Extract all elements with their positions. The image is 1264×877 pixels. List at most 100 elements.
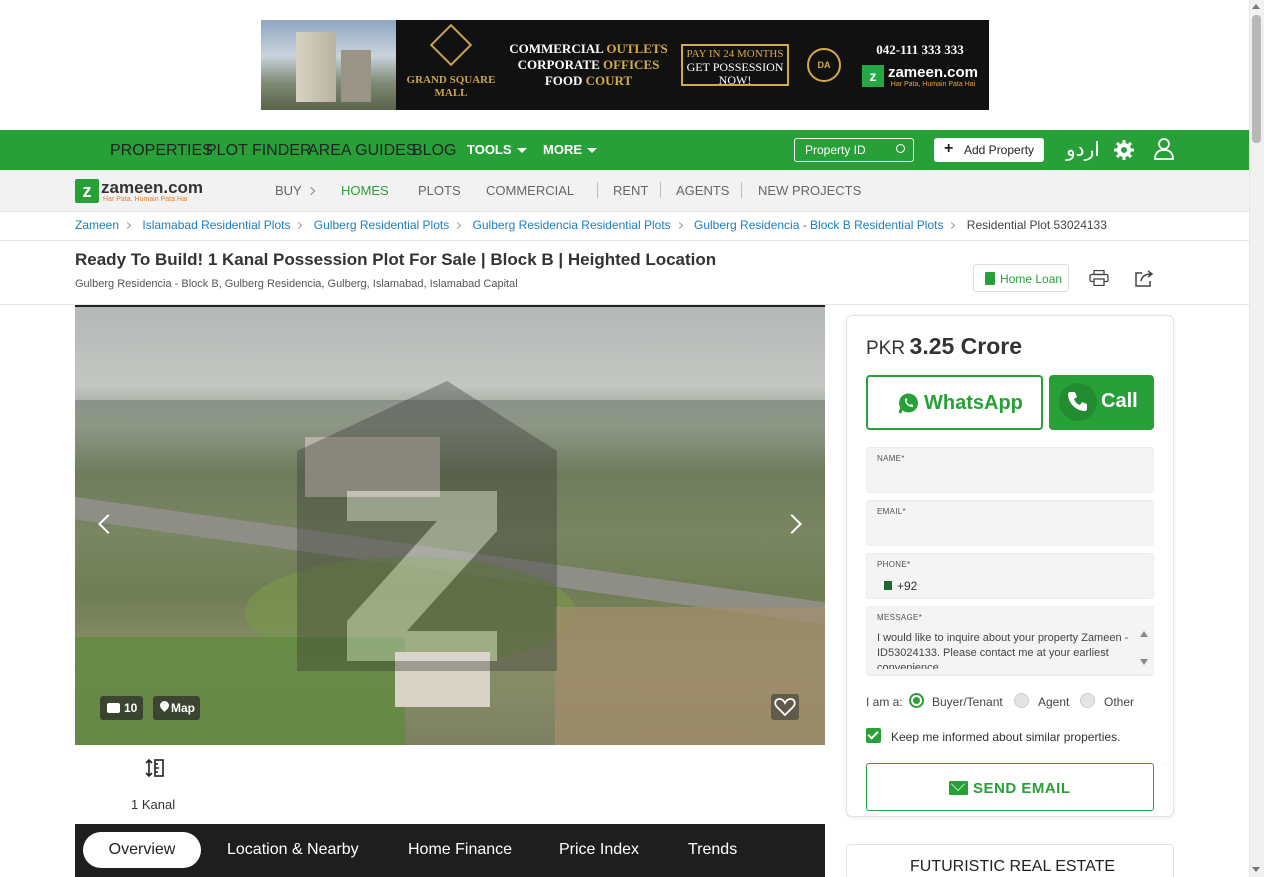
subnav-rent[interactable]: RENT	[613, 183, 648, 198]
breadcrumb-link[interactable]: Zameen	[75, 218, 119, 232]
urdu-language-toggle[interactable]: اردو	[1066, 137, 1100, 161]
ad-developer-badge-icon: DA	[807, 48, 841, 82]
share-icon[interactable]	[1134, 269, 1154, 287]
scroll-up-arrow-icon[interactable]	[1252, 4, 1260, 9]
role-radio-agent[interactable]	[1014, 693, 1029, 708]
nav-plot-finder[interactable]: PLOT FINDER	[206, 142, 312, 160]
nav-tools-label: TOOLS	[467, 142, 512, 157]
keep-informed-label[interactable]: Keep me informed about similar propertie…	[891, 730, 1120, 744]
chevron-right-icon	[295, 221, 303, 230]
ad-brand-logo: z zameen.com Har Pata, Humain Pata Hai	[855, 64, 985, 88]
gallery-next-arrow-icon[interactable]	[782, 514, 802, 534]
ad-star-icon	[429, 23, 473, 66]
page: GRAND SQUARE MALL COMMERCIAL OUTLETS COR…	[0, 0, 1264, 877]
subnav-buy-label: BUY	[275, 183, 302, 198]
keep-informed-checkbox[interactable]	[866, 728, 881, 743]
zameen-watermark-icon	[297, 381, 557, 671]
email-field[interactable]: EMAIL*	[866, 500, 1154, 546]
price: PKR 3.25 Crore	[866, 333, 1022, 360]
role-label: I am a:	[866, 695, 903, 709]
property-id-placeholder: Property ID	[805, 143, 866, 157]
map-label: Map	[171, 701, 195, 715]
message-field[interactable]: MESSAGE* I would like to inquire about y…	[866, 606, 1154, 676]
whatsapp-button[interactable]: WhatsApp	[866, 375, 1043, 430]
ad-brand-tag: Har Pata, Humain Pata Hai	[890, 81, 976, 88]
home-loan-label: Home Loan	[1000, 272, 1063, 286]
heart-icon[interactable]	[771, 694, 799, 720]
message-field-label: MESSAGE*	[877, 613, 923, 622]
chevron-right-icon	[306, 186, 315, 195]
phone-icon	[1068, 392, 1087, 411]
nav-tools[interactable]: TOOLS	[467, 142, 527, 157]
home-icon[interactable]	[76, 10, 98, 30]
gear-icon[interactable]	[1114, 140, 1134, 160]
ad-logo: GRAND SQUARE MALL	[396, 20, 506, 110]
property-photo-gallery[interactable]	[75, 305, 825, 745]
subnav-plots[interactable]: PLOTS	[418, 183, 461, 198]
subnav-commercial[interactable]: COMMERCIAL	[486, 183, 574, 198]
add-property-button[interactable]: + Add Property	[934, 138, 1044, 162]
breadcrumb-link[interactable]: Gulberg Residencia Residential Plots	[473, 218, 671, 232]
subnav-buy[interactable]: BUY	[275, 183, 315, 198]
nav-properties[interactable]: PROPERTIES	[110, 142, 213, 160]
scroll-down-arrow-icon[interactable]	[1252, 867, 1260, 872]
ad-phone: 042-111 333 333	[876, 42, 964, 57]
nav-more[interactable]: MORE	[543, 142, 597, 157]
chevron-right-icon	[675, 221, 683, 230]
plus-icon: +	[944, 140, 954, 157]
tab-location-nearby[interactable]: Location & Nearby	[227, 841, 359, 859]
ad-line3-a: FOOD	[544, 73, 583, 88]
add-property-label: Add Property	[964, 143, 1035, 157]
user-icon[interactable]	[1154, 138, 1174, 160]
breadcrumb-link[interactable]: Islamabad Residential Plots	[142, 218, 290, 232]
subnav-agents[interactable]: AGENTS	[676, 183, 729, 198]
tab-trends[interactable]: Trends	[688, 841, 737, 859]
scrollbar-thumb[interactable]	[1252, 15, 1261, 143]
whatsapp-label: WhatsApp	[924, 392, 1023, 414]
photo-count-button[interactable]: 10	[100, 696, 143, 720]
role-radio-other[interactable]	[1080, 693, 1095, 708]
price-amount: 3.25 Crore	[909, 333, 1023, 359]
tab-home-finance[interactable]: Home Finance	[408, 841, 512, 859]
ad-pay-bottom: GET POSSESSION NOW!	[686, 60, 784, 87]
search-icon[interactable]	[896, 144, 905, 153]
name-field[interactable]: NAME*	[866, 447, 1154, 493]
chevron-right-icon	[454, 221, 462, 230]
tab-overview[interactable]: Overview	[83, 832, 201, 868]
breadcrumb-link[interactable]: Gulberg Residencia - Block B Residential…	[694, 218, 943, 232]
zameen-logo[interactable]: z zameen.com Har Pata, Humain Pata Hai	[75, 179, 203, 203]
ad-banner[interactable]: GRAND SQUARE MALL COMMERCIAL OUTLETS COR…	[261, 20, 989, 110]
role-label-other[interactable]: Other	[1104, 695, 1134, 709]
ad-z-icon: z	[861, 65, 884, 87]
camera-icon	[107, 703, 120, 713]
breadcrumb-link[interactable]: Gulberg Residential Plots	[314, 218, 449, 232]
chevron-down-icon	[516, 148, 527, 154]
role-radio-buyer[interactable]	[909, 693, 924, 708]
area-value: 1 Kanal	[131, 797, 176, 812]
send-email-button[interactable]: SEND EMAIL	[866, 763, 1154, 811]
zameen-brand-tag: Har Pata, Humain Pata Hai	[103, 196, 188, 203]
subnav-divider	[597, 182, 598, 198]
pakistan-flag-icon[interactable]	[881, 581, 892, 590]
nav-area-guides[interactable]: AREA GUIDES	[308, 142, 416, 160]
chevron-down-icon	[587, 148, 597, 154]
scroll-up-icon[interactable]	[1140, 631, 1148, 637]
role-label-agent[interactable]: Agent	[1038, 695, 1069, 709]
property-id-search-input[interactable]: Property ID	[794, 138, 914, 162]
call-button[interactable]: Call	[1049, 375, 1154, 430]
nav-blog[interactable]: BLOG	[412, 142, 456, 160]
message-text[interactable]: I would like to inquire about your prope…	[877, 631, 1132, 669]
area-icon	[145, 759, 164, 777]
breadcrumb: Zameen Islamabad Residential Plots Gulbe…	[75, 218, 1107, 232]
tab-price-index[interactable]: Price Index	[559, 841, 639, 859]
phone-field[interactable]: PHONE* +92	[866, 553, 1154, 599]
ad-line2-a: CORPORATE	[517, 57, 600, 72]
subnav-new-projects[interactable]: NEW PROJECTS	[758, 183, 861, 198]
subnav-homes[interactable]: HOMES	[341, 183, 389, 198]
home-loan-button[interactable]: Home Loan	[973, 264, 1069, 292]
print-icon[interactable]	[1089, 270, 1109, 286]
role-label-buyer[interactable]: Buyer/Tenant	[932, 695, 1003, 709]
map-button[interactable]: Map	[153, 696, 200, 720]
scroll-down-icon[interactable]	[1140, 659, 1148, 665]
promo-title: FUTURISTIC REAL ESTATE	[910, 858, 1116, 875]
